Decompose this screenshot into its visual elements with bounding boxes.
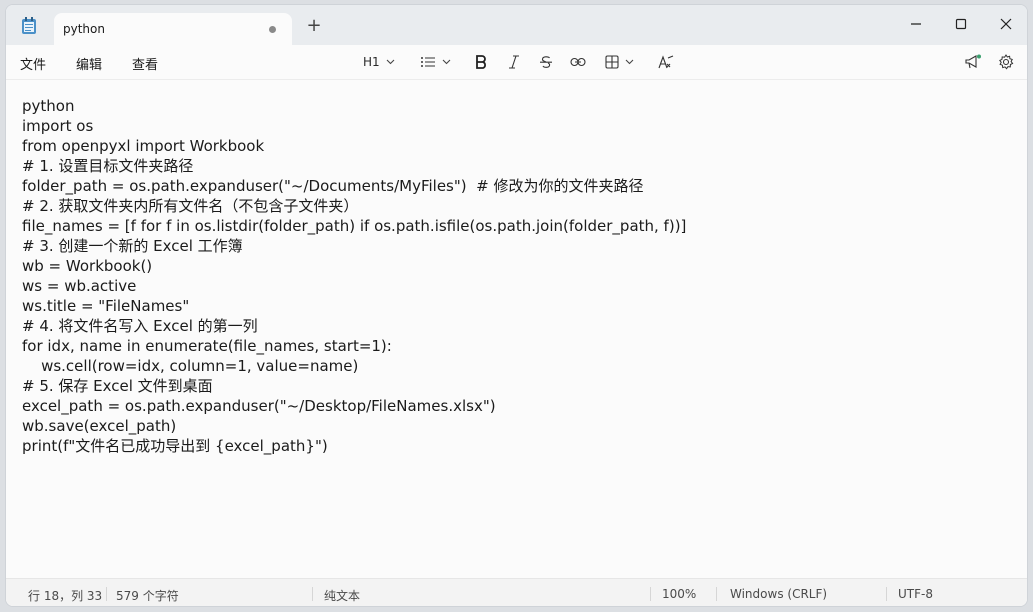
status-divider [716, 587, 717, 601]
menu-edit[interactable]: 编辑 [76, 54, 102, 73]
editor-line[interactable]: python [22, 96, 1012, 116]
editor-line[interactable]: ws = wb.active [22, 276, 1012, 296]
megaphone-icon [965, 54, 981, 69]
editor-line[interactable]: # 3. 创建一个新的 Excel 工作簿 [22, 236, 1012, 256]
editor-line[interactable]: excel_path = os.path.expanduser("~/Deskt… [22, 396, 1012, 416]
list-dropdown[interactable] [420, 51, 451, 73]
cursor-position[interactable]: 行 18，列 33 [28, 587, 102, 604]
minimize-icon [911, 23, 921, 25]
notepad-app-icon [19, 16, 39, 36]
clear-formatting-button[interactable] [658, 51, 674, 73]
chevron-down-icon [442, 59, 451, 65]
text-format[interactable]: 纯文本 [324, 587, 360, 604]
editor-line[interactable]: # 1. 设置目标文件夹路径 [22, 156, 1012, 176]
encoding[interactable]: UTF-8 [898, 587, 933, 601]
status-bar: 行 18，列 33 579 个字符 纯文本 100% Windows (CRLF… [6, 578, 1027, 606]
table-icon [605, 55, 619, 69]
strikethrough-icon [540, 56, 552, 68]
heading-label: H1 [363, 55, 380, 69]
editor-line[interactable]: print(f"文件名已成功导出到 {excel_path}") [22, 436, 1012, 456]
status-divider [106, 587, 107, 601]
editor-line[interactable]: from openpyxl import Workbook [22, 136, 1012, 156]
new-tab-button[interactable]: + [304, 17, 324, 37]
menu-view[interactable]: 查看 [132, 54, 158, 73]
link-icon [570, 57, 586, 67]
settings-button[interactable] [998, 51, 1014, 73]
status-divider [886, 587, 887, 601]
bold-icon [476, 55, 486, 69]
table-dropdown[interactable] [605, 51, 634, 73]
chevron-down-icon [386, 59, 395, 65]
editor-line[interactable]: ws.cell(row=idx, column=1, value=name) [22, 356, 1012, 376]
unsaved-dot-icon[interactable] [269, 26, 276, 33]
bold-button[interactable] [475, 51, 487, 73]
bulleted-list-icon [421, 57, 435, 67]
tab-python[interactable]: python [54, 13, 292, 45]
zoom-level[interactable]: 100% [662, 587, 696, 601]
chevron-down-icon [625, 59, 634, 65]
editor-line[interactable]: wb = Workbook() [22, 256, 1012, 276]
status-divider [312, 587, 313, 601]
editor-line[interactable]: for idx, name in enumerate(file_names, s… [22, 336, 1012, 356]
minimize-button[interactable] [893, 11, 939, 37]
notepad-window: python + 文件 编辑 查看 H1 python import os fr… [5, 4, 1028, 607]
line-ending[interactable]: Windows (CRLF) [730, 587, 827, 601]
gear-icon [999, 54, 1014, 70]
strikethrough-button[interactable] [539, 51, 553, 73]
editor-content[interactable]: python import os from openpyxl import Work… [22, 96, 1012, 456]
italic-button[interactable] [508, 51, 520, 73]
editor-line[interactable]: # 4. 将文件名写入 Excel 的第一列 [22, 316, 1012, 336]
title-bar: python + [6, 5, 1027, 45]
close-icon [1000, 18, 1012, 30]
editor-line[interactable]: import os [22, 116, 1012, 136]
italic-icon [509, 55, 519, 69]
copilot-button[interactable] [964, 51, 982, 73]
menu-file[interactable]: 文件 [20, 54, 46, 73]
char-count: 579 个字符 [116, 589, 179, 603]
editor-line[interactable]: # 5. 保存 Excel 文件到桌面 [22, 376, 1012, 396]
clear-formatting-icon [658, 55, 674, 69]
maximize-icon [955, 18, 967, 30]
close-button[interactable] [983, 11, 1027, 37]
toolbar: 文件 编辑 查看 H1 [6, 45, 1027, 80]
tab-title: python [63, 22, 105, 36]
maximize-button[interactable] [938, 11, 984, 37]
heading-dropdown[interactable]: H1 [363, 51, 395, 73]
link-button[interactable] [570, 51, 586, 73]
editor-line[interactable]: wb.save(excel_path) [22, 416, 1012, 436]
editor-line[interactable]: # 2. 获取文件夹内所有文件名（不包含子文件夹） [22, 196, 1012, 216]
text-editor[interactable]: python import os from openpyxl import Work… [6, 80, 1027, 578]
editor-line[interactable]: file_names = [f for f in os.listdir(fold… [22, 216, 1012, 236]
editor-line[interactable]: folder_path = os.path.expanduser("~/Docu… [22, 176, 1012, 196]
status-divider [650, 587, 651, 601]
editor-line[interactable]: ws.title = "FileNames" [22, 296, 1012, 316]
